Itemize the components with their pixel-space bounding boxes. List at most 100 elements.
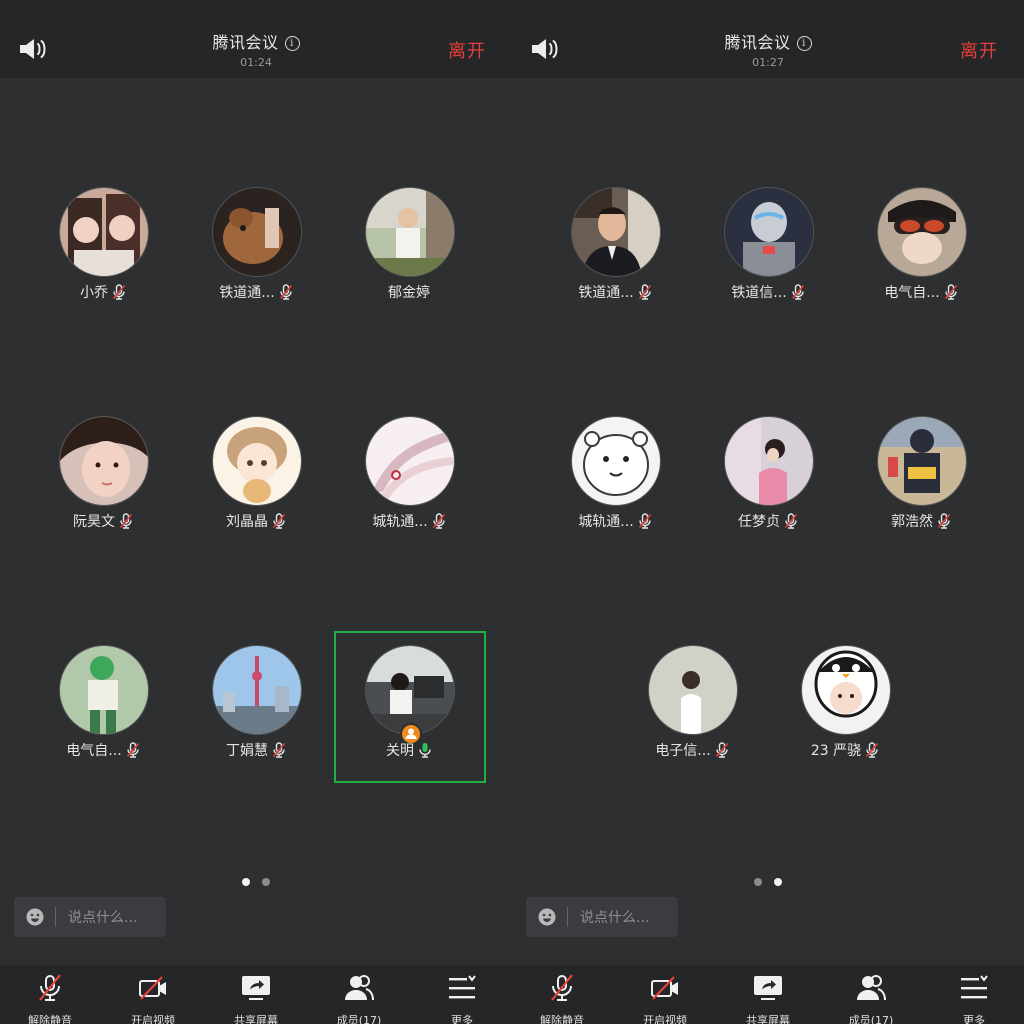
video-off-icon [139, 976, 166, 1000]
meeting-panel-1: 腾讯会议 i 01:24 离开 小乔 铁道通... 郁金婷 阮昊文 刘晶晶 城轨… [0, 0, 512, 1024]
participant-avatar [212, 187, 302, 277]
participant-name: 刘晶晶 [181, 511, 331, 531]
participant-avatar [801, 645, 891, 735]
leave-button[interactable]: 离开 [960, 37, 998, 63]
participant-name: 城轨通... [334, 511, 484, 531]
participant-tile[interactable]: 郁金婷 [334, 187, 484, 327]
share-screen-button[interactable]: 共享屏幕 [206, 965, 306, 1024]
participant-name-text: 小乔 [80, 285, 108, 301]
unmute-label: 解除静音 [540, 1014, 584, 1024]
participant-name: 郁金婷 [334, 282, 484, 302]
mic-muted-icon [126, 742, 139, 758]
share-screen-label: 共享屏幕 [234, 1014, 278, 1024]
participant-tile[interactable]: 23 严骁 [770, 645, 920, 785]
divider [567, 907, 568, 927]
participant-avatar [59, 416, 149, 506]
page-dot-active[interactable] [242, 878, 250, 886]
participant-avatar [648, 645, 738, 735]
participant-avatar [212, 416, 302, 506]
participant-name-text: 铁道通... [578, 285, 634, 301]
participant-tile[interactable]: 丁娟慧 [181, 645, 331, 785]
participant-name: 电气自... [846, 282, 996, 302]
participant-name-text: 关明 [386, 743, 414, 759]
participant-avatar [365, 645, 455, 735]
share-screen-icon [242, 976, 270, 1000]
participant-name-text: 电气自... [66, 743, 122, 759]
mic-muted-icon [784, 513, 798, 529]
participant-tile[interactable]: 电气自... [846, 187, 996, 327]
participant-name-text: 铁道通... [219, 285, 275, 301]
more-button[interactable]: 更多 [412, 965, 512, 1024]
participant-avatar [877, 416, 967, 506]
unmute-button[interactable]: 解除静音 [512, 965, 612, 1024]
members-icon [857, 975, 886, 1001]
members-button[interactable]: 成员(17) [309, 965, 409, 1024]
participant-tile[interactable]: 任梦贞 [693, 416, 843, 556]
share-screen-button[interactable]: 共享屏幕 [718, 965, 818, 1024]
page-dot[interactable] [754, 878, 762, 886]
participant-tile[interactable]: 城轨通... [334, 416, 484, 556]
more-icon [961, 975, 988, 999]
emoji-icon[interactable] [26, 908, 44, 926]
participant-name-text: 郁金婷 [388, 285, 430, 301]
members-label: 成员(17) [336, 1014, 382, 1024]
meeting-timer: 01:27 [752, 56, 784, 69]
info-icon[interactable]: i [284, 36, 300, 51]
emoji-icon[interactable] [538, 908, 556, 926]
mic-muted-icon [944, 284, 957, 300]
chat-input[interactable]: 说点什么... [14, 897, 166, 937]
more-button[interactable]: 更多 [924, 965, 1024, 1024]
participant-tile[interactable]: 城轨通... [540, 416, 690, 556]
participant-tile[interactable]: 电子信... [617, 645, 767, 785]
participant-name-text: 23 严骁 [810, 743, 862, 759]
participant-avatar [59, 645, 149, 735]
meeting-title[interactable]: 腾讯会议 i [512, 29, 1024, 53]
start-video-label: 开启视频 [643, 1014, 687, 1024]
participant-name-text: 郭浩然 [891, 514, 933, 530]
participant-avatar [724, 416, 814, 506]
participant-tile[interactable]: 郭浩然 [846, 416, 996, 556]
mic-muted-icon [551, 974, 573, 1001]
mic-muted-icon [638, 284, 651, 300]
participant-tile[interactable]: 刘晶晶 [181, 416, 331, 556]
chat-input[interactable]: 说点什么... [526, 897, 678, 937]
participant-tile[interactable]: 电气自... [28, 645, 178, 785]
page-dot-active[interactable] [774, 878, 782, 886]
unmute-button[interactable]: 解除静音 [0, 965, 100, 1024]
participant-name: 阮昊文 [28, 511, 178, 531]
mic-muted-icon [279, 284, 292, 300]
participant-tile[interactable]: 关明 [334, 645, 484, 785]
participant-name: 电气自... [28, 740, 178, 760]
divider [55, 907, 56, 927]
participant-tile[interactable]: 阮昊文 [28, 416, 178, 556]
participant-name: 铁道信... [693, 282, 843, 302]
participant-name: 关明 [334, 740, 484, 760]
participant-tile[interactable]: 铁道信... [693, 187, 843, 327]
more-label: 更多 [963, 1014, 985, 1024]
unmute-label: 解除静音 [28, 1014, 72, 1024]
start-video-label: 开启视频 [131, 1014, 175, 1024]
members-button[interactable]: 成员(17) [821, 965, 921, 1024]
mic-active-icon [419, 743, 431, 758]
mic-muted-icon [272, 742, 286, 758]
page-dot[interactable] [262, 878, 270, 886]
chat-placeholder: 说点什么... [580, 910, 650, 926]
mic-muted-icon [791, 284, 804, 300]
top-bar: 腾讯会议 i 01:27 离开 [512, 0, 1024, 78]
leave-button[interactable]: 离开 [448, 37, 486, 63]
participant-name-text: 丁娟慧 [226, 743, 268, 759]
participant-tile[interactable]: 小乔 [28, 187, 178, 327]
participant-name: 电子信... [617, 740, 767, 760]
page-indicator [0, 871, 512, 890]
start-video-button[interactable]: 开启视频 [103, 965, 203, 1024]
meeting-title[interactable]: 腾讯会议 i [0, 29, 512, 53]
participant-tile[interactable]: 铁道通... [181, 187, 331, 327]
participant-avatar [571, 187, 661, 277]
info-icon[interactable]: i [796, 36, 812, 51]
start-video-button[interactable]: 开启视频 [615, 965, 715, 1024]
participant-name: 铁道通... [540, 282, 690, 302]
participant-tile[interactable]: 铁道通... [540, 187, 690, 327]
page-indicator [512, 871, 1024, 890]
bottom-toolbar: 解除静音 开启视频 共享屏幕 成员(17) 更多 [0, 965, 512, 1024]
participant-name-text: 电子信... [655, 743, 711, 759]
